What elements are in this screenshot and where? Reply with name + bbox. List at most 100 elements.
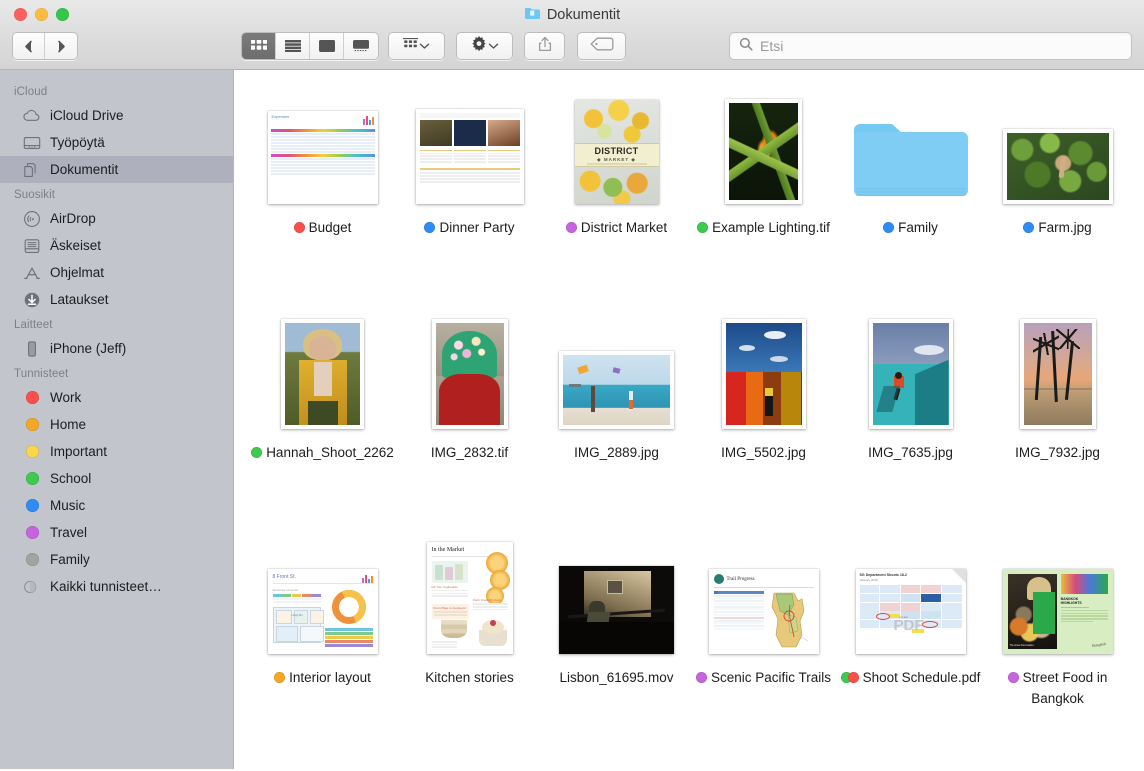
all-tags-icon [23,578,41,596]
file-item[interactable]: DISTRICT ◆ MARKET ◆ District Market [543,78,690,303]
search-field[interactable] [729,32,1132,60]
file-name: IMG_7635.jpg [868,445,953,460]
file-thumbnail: The street food market BANGKOKHIGHLIGHTS [992,534,1124,654]
file-name: Example Lighting.tif [712,220,830,235]
file-name: IMG_7932.jpg [1015,445,1100,460]
column-view-button[interactable] [310,33,344,59]
file-thumbnail: 8 Front St. Summary of rooms [257,534,389,654]
iphone-icon [23,340,41,358]
file-label: Example Lighting.tif [692,217,835,238]
file-label: IMG_7932.jpg [986,442,1129,463]
file-item[interactable]: The street food market BANGKOKHIGHLIGHTS [984,528,1131,753]
file-label: Street Food in Bangkok [986,667,1129,709]
sidebar-item-downloads[interactable]: Lataukset [0,286,233,313]
sidebar-item-documents[interactable]: Dokumentit [0,156,233,183]
file-item[interactable]: In the Market [396,528,543,753]
sidebar-item-applications[interactable]: Ohjelmat [0,259,233,286]
sidebar-item-tag-family[interactable]: Family [0,546,233,573]
icon-view-button[interactable] [242,33,276,59]
file-item[interactable]: Hannah_Shoot_2262 [249,303,396,528]
sidebar-item-label: AirDrop [50,211,96,226]
action-menu-button[interactable] [456,32,513,60]
file-thumbnail: SG Department Shoots 18.2 January 2019 [845,534,977,654]
sidebar-item-tag-important[interactable]: Important [0,438,233,465]
file-item[interactable]: IMG_2832.tif [396,303,543,528]
list-view-button[interactable] [276,33,310,59]
view-mode-buttons [241,32,379,60]
sidebar[interactable]: iCloud iCloud Drive Työpöytä [0,70,234,769]
file-name: Dinner Party [439,220,514,235]
tag-dot-icon [23,416,41,434]
navigation-buttons [12,32,78,60]
tag-dot-icon [23,443,41,461]
tag-dot-icon [23,524,41,542]
file-label: Hannah_Shoot_2262 [251,442,394,463]
file-thumbnail [404,309,536,429]
file-thumbnail: In the Market [404,534,536,654]
file-thumbnail [845,309,977,429]
sidebar-item-airdrop[interactable]: AirDrop [0,205,233,232]
search-input[interactable] [760,38,1122,54]
file-item[interactable]: IMG_7932.jpg [984,303,1131,528]
share-button[interactable] [524,32,565,60]
file-item[interactable]: Expenses Bu [249,78,396,303]
tag-dots [841,672,859,683]
tags-button[interactable] [577,32,626,60]
file-item[interactable]: Example Lighting.tif [690,78,837,303]
chevron-down-icon [419,37,430,55]
file-thumbnail: Trail Progress [698,534,830,654]
file-name: IMG_2832.tif [431,445,508,460]
file-thumbnail [992,84,1124,204]
file-label: Kitchen stories [398,667,541,688]
file-label: District Market [545,217,688,238]
chevron-down-icon [488,37,499,55]
sidebar-item-tag-school[interactable]: School [0,465,233,492]
file-label: Interior layout [251,667,394,688]
sidebar-item-icloud-drive[interactable]: iCloud Drive [0,102,233,129]
file-item[interactable]: Lisbon_61695.mov [543,528,690,753]
sidebar-item-tag-work[interactable]: Work [0,384,233,411]
desktop-icon [23,134,41,152]
page-title: Dokumentit [0,5,1144,25]
sidebar-item-label: Family [50,552,90,567]
tag-dot-icon [23,470,41,488]
file-item[interactable]: 8 Front St. Summary of rooms [249,528,396,753]
tag-dots [1008,672,1019,683]
gallery-view-button[interactable] [344,33,378,59]
file-grid-area[interactable]: Expenses Bu [235,70,1144,769]
sidebar-item-all-tags[interactable]: Kaikki tunnisteet… [0,573,233,600]
applications-icon [23,264,41,282]
arrange-button[interactable] [388,32,445,60]
forward-button[interactable] [45,33,77,59]
file-item[interactable]: IMG_2889.jpg [543,303,690,528]
sidebar-item-tag-home[interactable]: Home [0,411,233,438]
sidebar-item-desktop[interactable]: Työpöytä [0,129,233,156]
file-label: IMG_2832.tif [398,442,541,463]
file-item[interactable]: Farm.jpg [984,78,1131,303]
sidebar-item-recents[interactable]: Äskeiset [0,232,233,259]
tag-dots [697,222,708,233]
file-name: Farm.jpg [1038,220,1091,235]
file-item[interactable]: Family [837,78,984,303]
back-button[interactable] [13,33,45,59]
file-item[interactable]: SG Department Shoots 18.2 January 2019 [837,528,984,753]
file-item[interactable]: Trail Progress [690,528,837,753]
sidebar-item-label: iPhone (Jeff) [50,341,126,356]
file-label: Budget [251,217,394,238]
cloud-icon [23,107,41,125]
file-thumbnail [845,84,977,204]
sidebar-section-header-favorites: Suosikit [0,183,233,205]
sidebar-item-tag-travel[interactable]: Travel [0,519,233,546]
sidebar-item-iphone[interactable]: iPhone (Jeff) [0,335,233,362]
file-item[interactable]: IMG_5502.jpg [690,303,837,528]
sidebar-item-label: iCloud Drive [50,108,124,123]
file-label: Dinner Party [398,217,541,238]
file-name: IMG_2889.jpg [574,445,659,460]
sidebar-item-tag-music[interactable]: Music [0,492,233,519]
sidebar-item-label: Music [50,498,85,513]
file-name: Kitchen stories [425,670,514,685]
file-item[interactable]: Dinner Party [396,78,543,303]
file-item[interactable]: IMG_7635.jpg [837,303,984,528]
file-thumbnail [698,309,830,429]
tag-dots [1023,222,1034,233]
